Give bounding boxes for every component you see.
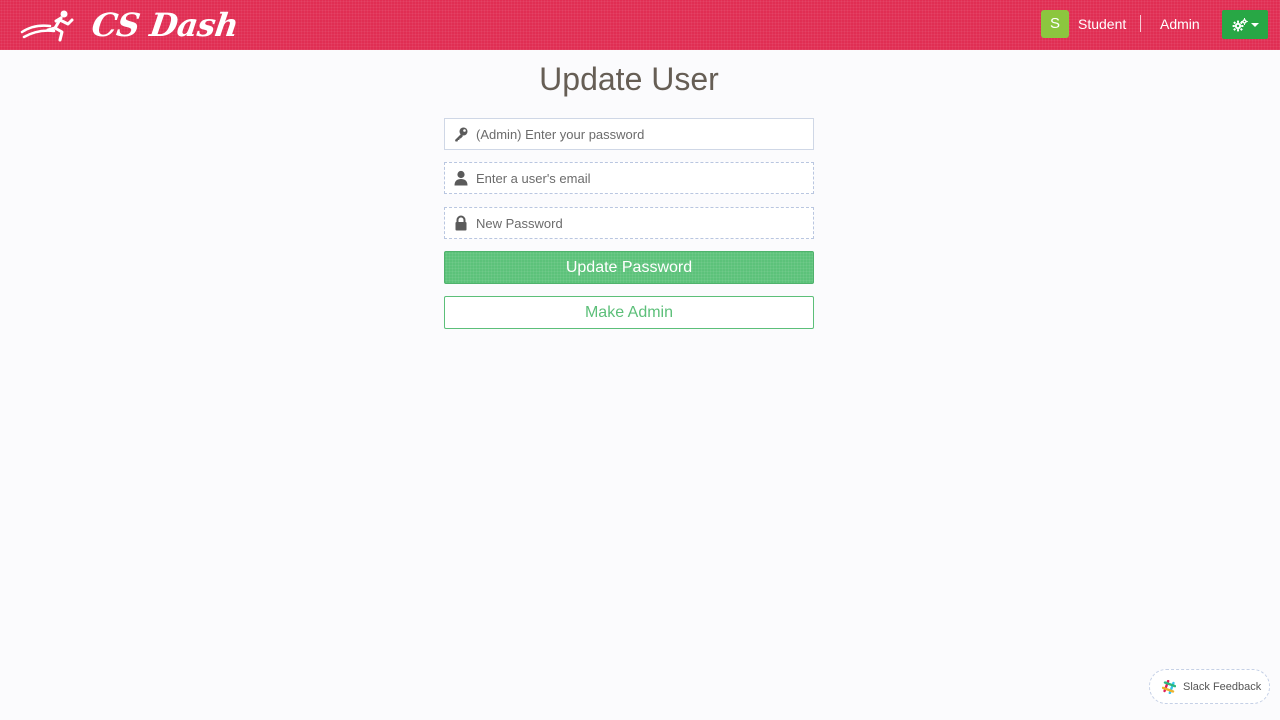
brand-name: CS Dash [89,6,241,44]
cogs-icon [1232,17,1248,31]
nav-student-link[interactable]: Student [1078,16,1126,32]
nav-divider [1140,15,1141,32]
key-icon [445,119,476,149]
admin-password-field [444,118,814,150]
slack-icon [1162,679,1176,694]
make-admin-button[interactable]: Make Admin [444,296,814,329]
caret-down-icon [1250,23,1259,27]
settings-dropdown-button[interactable] [1222,10,1268,39]
brand-logo[interactable]: CS Dash [20,6,241,44]
runner-logo-icon [20,10,74,42]
update-password-button[interactable]: Update Password [444,251,814,284]
admin-password-input[interactable] [476,119,806,149]
user-icon [445,163,476,193]
new-password-field [444,207,814,239]
user-avatar[interactable]: S [1041,10,1069,38]
user-email-input[interactable] [476,163,806,193]
top-navbar: CS Dash S Student Admin [0,0,1280,50]
user-email-field [444,162,814,194]
slack-feedback-button[interactable]: Slack Feedback [1149,669,1270,704]
nav-admin-link[interactable]: Admin [1160,16,1200,32]
page-title: Update User [539,61,719,97]
lock-icon [445,208,476,238]
slack-feedback-label: Slack Feedback [1183,680,1262,693]
new-password-input[interactable] [476,208,806,238]
